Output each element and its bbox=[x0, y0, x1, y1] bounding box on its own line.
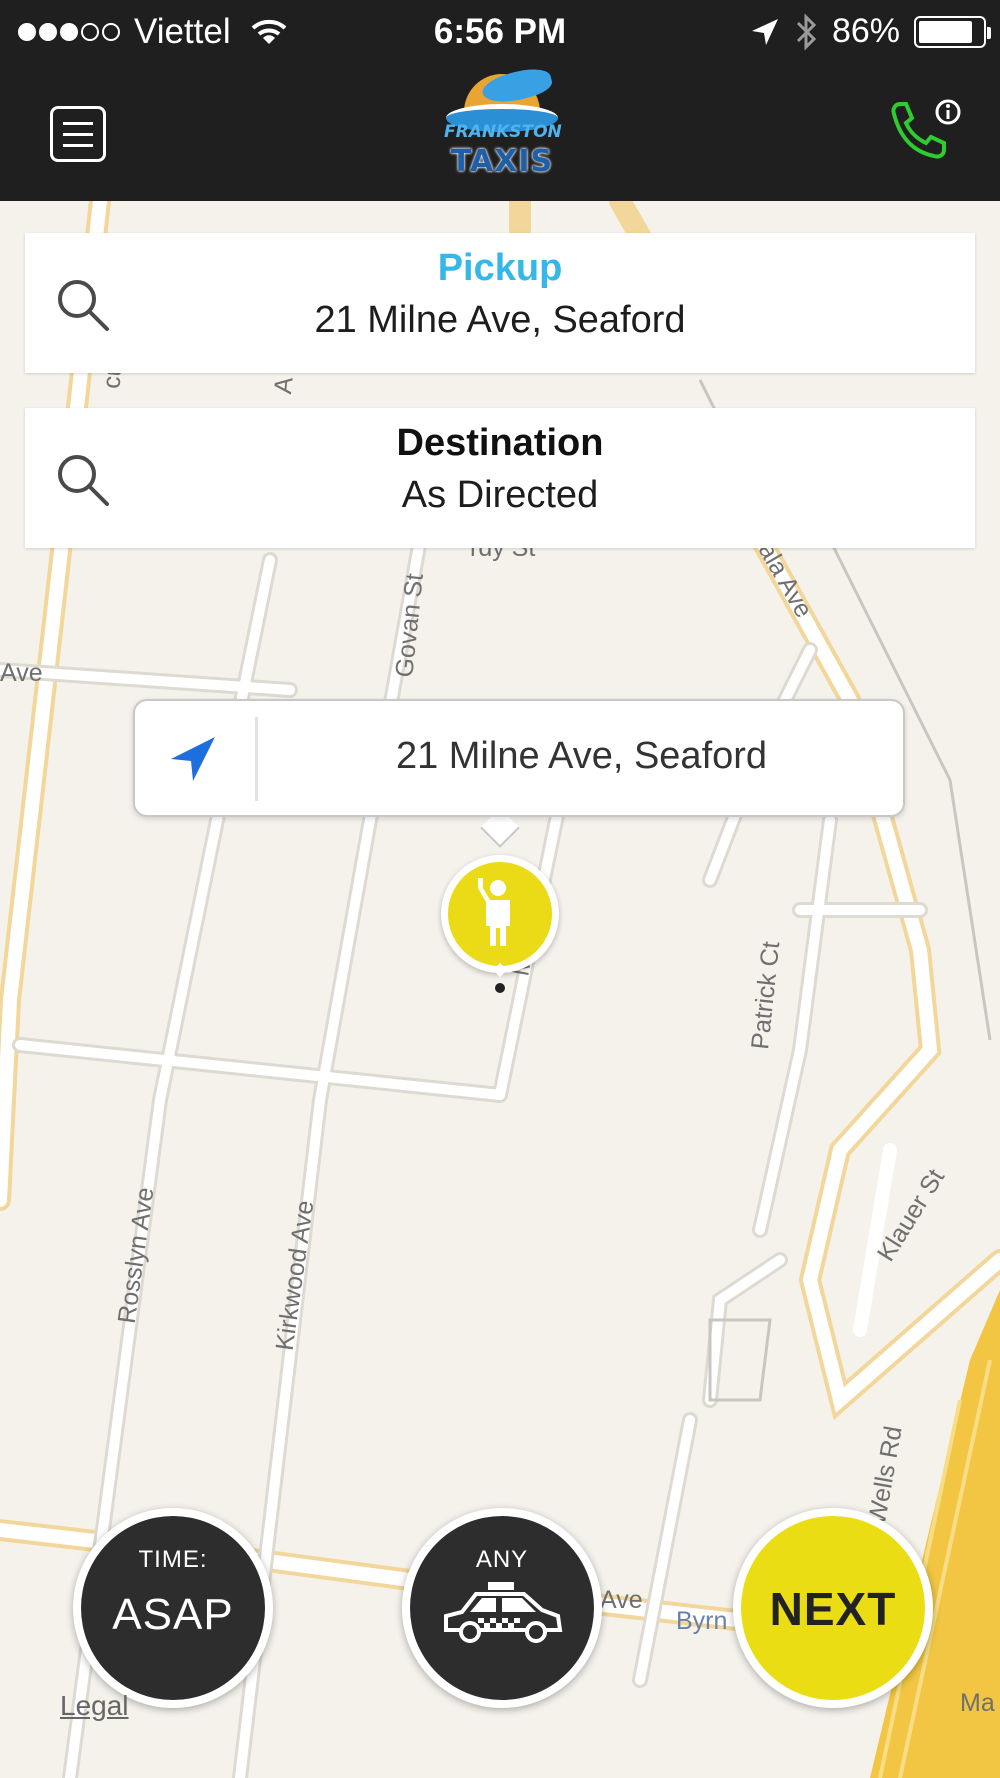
frankston-taxis-logo: FRANKSTON TAXIS bbox=[436, 63, 566, 179]
call-info-button[interactable] bbox=[884, 98, 964, 170]
menu-button[interactable] bbox=[50, 106, 106, 162]
status-bar: Viettel 6:56 PM 86% bbox=[0, 0, 1000, 68]
legal-link[interactable]: Legal bbox=[60, 1690, 129, 1722]
battery-icon bbox=[914, 15, 991, 48]
next-button[interactable]: NEXT bbox=[733, 1508, 933, 1708]
status-right: 86% bbox=[750, 12, 991, 51]
battery-level bbox=[919, 20, 973, 43]
street-label: Byrn bbox=[676, 1607, 728, 1635]
taxi-car-icon bbox=[444, 1582, 563, 1643]
bluetooth-icon bbox=[796, 12, 817, 51]
destination-title: Destination bbox=[396, 422, 604, 464]
battery-percent: 86% bbox=[831, 12, 900, 50]
street-label: A bbox=[269, 375, 299, 396]
pickup-address: 21 Milne Ave, Seaford bbox=[314, 299, 686, 341]
time-label: TIME: bbox=[138, 1546, 208, 1573]
callout-divider bbox=[255, 717, 258, 801]
street-label: Ave bbox=[0, 659, 43, 687]
address-callout[interactable]: 21 Milne Ave, Seaford bbox=[133, 699, 905, 817]
pin-location-dot bbox=[495, 983, 505, 993]
pickup-pin[interactable] bbox=[441, 855, 559, 973]
next-label: NEXT bbox=[769, 1583, 897, 1635]
time-value: ASAP bbox=[112, 1590, 234, 1639]
hailing-person-icon bbox=[478, 878, 510, 946]
street-label: Ma bbox=[960, 1689, 995, 1717]
current-location-icon[interactable] bbox=[165, 731, 221, 787]
nav-bar: FRANKSTON TAXIS bbox=[0, 63, 1000, 201]
street-label: Ave bbox=[600, 1586, 643, 1614]
destination-field[interactable]: Destination As Directed bbox=[25, 408, 975, 548]
time-button[interactable]: TIME: ASAP bbox=[73, 1508, 273, 1708]
vehicle-type-button[interactable]: ANY bbox=[402, 1508, 602, 1708]
location-services-icon bbox=[751, 18, 778, 45]
pickup-title: Pickup bbox=[437, 247, 563, 289]
destination-address: As Directed bbox=[401, 474, 599, 516]
pickup-field[interactable]: Pickup 21 Milne Ave, Seaford bbox=[25, 233, 975, 373]
vehicle-label: ANY bbox=[475, 1546, 529, 1573]
callout-address: 21 Milne Ave, Seaford bbox=[395, 735, 768, 777]
